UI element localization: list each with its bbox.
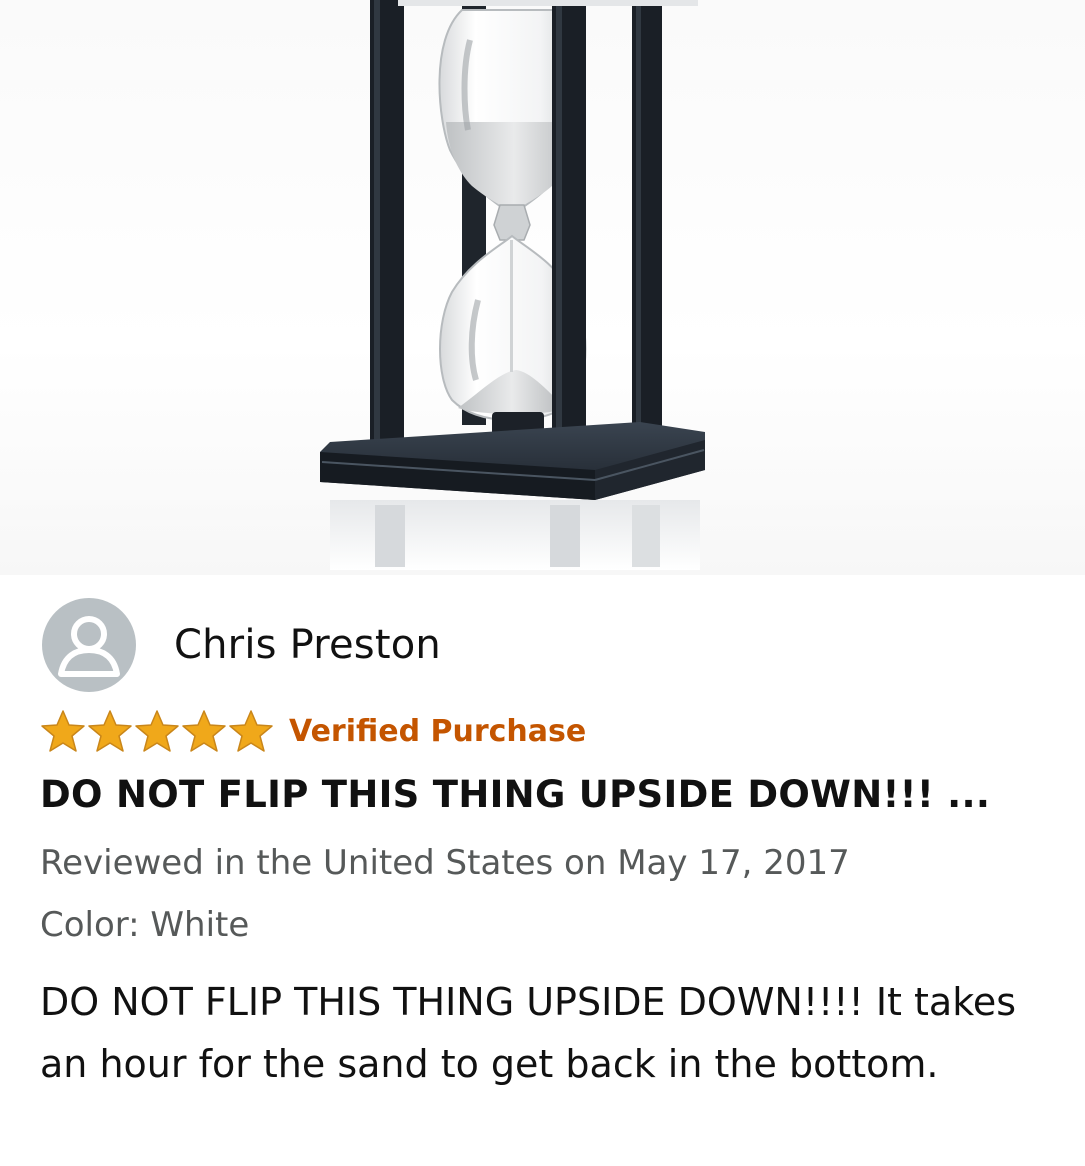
review-card: Chris Preston Verified Purchase DO NOT F… — [0, 575, 1085, 1166]
review-title[interactable]: DO NOT FLIP THIS THING UPSIDE DOWN!!! ..… — [40, 773, 990, 816]
rating-row: Verified Purchase — [40, 707, 586, 755]
product-variant: Color: White — [40, 905, 250, 945]
star-icon — [182, 710, 226, 752]
default-user-avatar-icon[interactable] — [42, 598, 136, 692]
reviewer-name[interactable]: Chris Preston — [174, 622, 441, 668]
reviewer-profile[interactable]: Chris Preston — [42, 597, 441, 693]
star-icon — [41, 710, 85, 752]
review-body: DO NOT FLIP THIS THING UPSIDE DOWN!!!! I… — [40, 980, 1017, 1086]
star-icon — [229, 710, 273, 752]
star-icon — [135, 710, 179, 752]
star-icon — [88, 710, 132, 752]
product-image — [0, 0, 1085, 575]
review-date: Reviewed in the United States on May 17,… — [40, 843, 850, 883]
hourglass-product-photo — [320, 0, 705, 570]
verified-purchase-badge: Verified Purchase — [289, 713, 587, 749]
star-rating[interactable] — [40, 709, 275, 753]
